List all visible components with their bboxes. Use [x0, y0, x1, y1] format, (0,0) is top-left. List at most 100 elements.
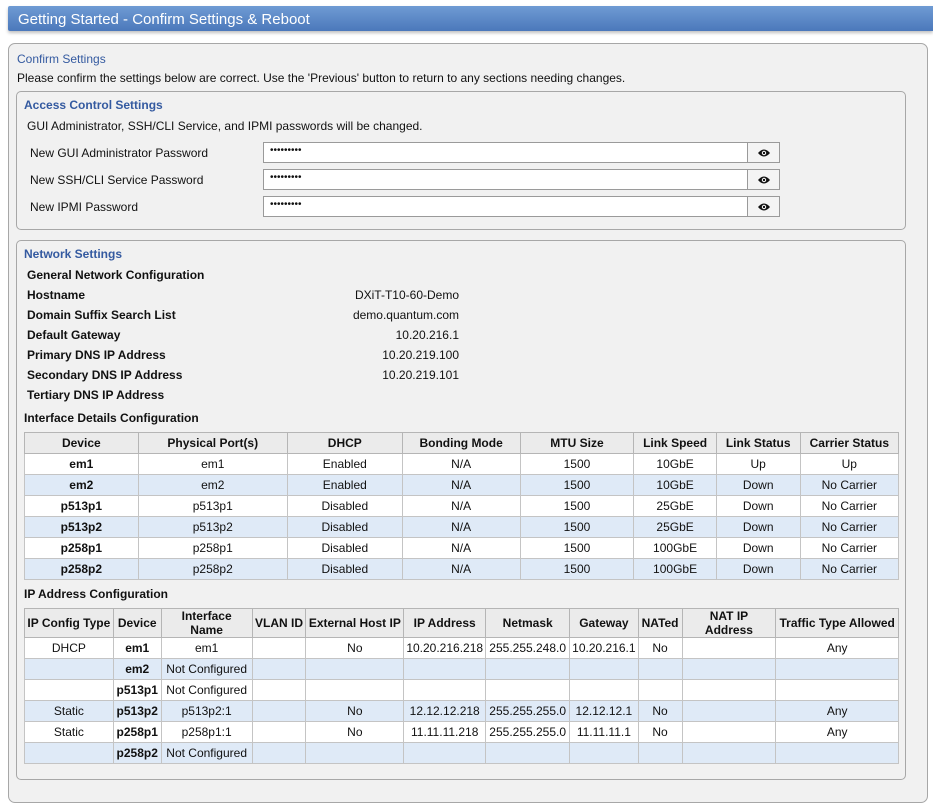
interface-row: p258p2 p258p2 Disabled N/A 1500 100GbE Down No …: [24, 558, 900, 580]
column-header: Traffic Type Allowed: [775, 608, 899, 638]
column-header: Link Status: [715, 432, 801, 454]
table-cell: Down: [715, 516, 801, 538]
eye-icon[interactable]: [747, 197, 779, 216]
table-cell: 12.12.12.218: [403, 700, 487, 722]
table-cell: N/A: [401, 516, 521, 538]
table-cell: [251, 658, 307, 680]
primary-dns-label: Primary DNS IP Address: [27, 348, 166, 362]
table-cell: N/A: [401, 558, 521, 580]
table-cell: 25GbE: [633, 516, 717, 538]
gui-password-label: New GUI Administrator Password: [30, 146, 209, 160]
column-header: Netmask: [485, 608, 571, 638]
table-cell: [251, 637, 307, 659]
ipmi-password-value: •••••••••: [270, 199, 302, 210]
table-cell: [681, 658, 777, 680]
table-cell: p513p1: [112, 679, 162, 701]
table-cell: [569, 658, 639, 680]
domain-suffix-value: demo.quantum.com: [352, 308, 459, 322]
table-cell: N/A: [401, 495, 521, 517]
column-header: IP Address: [403, 608, 487, 638]
eye-icon[interactable]: [747, 170, 779, 189]
tertiary-dns-label: Tertiary DNS IP Address: [27, 388, 165, 402]
table-cell: [251, 721, 307, 743]
ip-address-table: IP Config Type Device Interface Name VLA…: [24, 608, 899, 764]
table-cell: [569, 742, 639, 764]
table-cell: [251, 679, 307, 701]
ssh-password-field[interactable]: •••••••••: [263, 169, 780, 190]
default-gateway-value: 10.20.216.1: [395, 328, 459, 342]
access-control-heading: Access Control Settings: [24, 98, 163, 112]
table-cell: 10.20.216.218: [403, 637, 487, 659]
table-cell: [24, 679, 114, 701]
table-cell: [681, 742, 777, 764]
ipmi-password-field[interactable]: •••••••••: [263, 196, 780, 217]
ip-row: em2 Not Configured: [24, 658, 899, 680]
table-cell: Disabled: [286, 516, 403, 538]
ip-row: DHCP em1 em1 No 10.20.216.218 255.255.248.0 10…: [24, 637, 899, 659]
table-cell: 11.11.11.1: [569, 721, 639, 743]
table-cell: No: [305, 700, 405, 722]
gui-password-field[interactable]: •••••••••: [263, 142, 780, 163]
table-cell: 100GbE: [633, 537, 717, 559]
general-network-heading: General Network Configuration: [27, 268, 205, 282]
table-cell: No: [637, 700, 683, 722]
table-cell: p513p2:1: [160, 700, 253, 722]
table-cell: 1500: [519, 516, 635, 538]
ssh-password-label: New SSH/CLI Service Password: [30, 173, 204, 187]
table-cell: 11.11.11.218: [403, 721, 487, 743]
table-cell: [681, 700, 777, 722]
table-cell: 1500: [519, 495, 635, 517]
confirm-heading: Confirm Settings: [17, 52, 106, 66]
table-cell: Not Configured: [160, 658, 253, 680]
table-cell: 25GbE: [633, 495, 717, 517]
table-cell: p258p2: [112, 742, 162, 764]
table-cell: [403, 679, 487, 701]
interface-row: p258p1 p258p1 Disabled N/A 1500 100GbE Down No …: [24, 537, 900, 559]
column-header: Physical Port(s): [137, 432, 288, 454]
table-cell: [403, 658, 487, 680]
table-cell: Any: [775, 721, 899, 743]
ip-row: Static p513p2 p513p2:1 No 12.12.12.218 255.25…: [24, 700, 899, 722]
table-cell: Static: [24, 700, 114, 722]
column-header: Gateway: [569, 608, 639, 638]
table-cell: No Carrier: [799, 474, 900, 496]
secondary-dns-label: Secondary DNS IP Address: [27, 368, 183, 382]
table-cell: Not Configured: [160, 742, 253, 764]
table-cell: 100GbE: [633, 558, 717, 580]
primary-dns-value: 10.20.219.100: [382, 348, 459, 362]
table-cell: 1500: [519, 558, 635, 580]
table-cell: [24, 742, 114, 764]
interface-details-heading: Interface Details Configuration: [24, 411, 199, 425]
table-cell: 1500: [519, 453, 635, 475]
table-cell: N/A: [401, 537, 521, 559]
column-header: IP Config Type: [24, 608, 114, 638]
interface-header-row: Device Physical Port(s) DHCP Bonding Mod…: [24, 432, 900, 454]
table-cell: Static: [24, 721, 114, 743]
table-cell: Down: [715, 537, 801, 559]
table-cell: Disabled: [286, 558, 403, 580]
column-header: Interface Name: [160, 608, 253, 638]
table-cell: [681, 721, 777, 743]
table-cell: em1: [137, 453, 288, 475]
column-header: Link Speed: [633, 432, 717, 454]
table-cell: em2: [24, 474, 139, 496]
table-cell: N/A: [401, 474, 521, 496]
column-header: Bonding Mode: [401, 432, 521, 454]
table-cell: p513p2: [137, 516, 288, 538]
table-cell: [775, 658, 899, 680]
table-cell: p258p1:1: [160, 721, 253, 743]
eye-icon[interactable]: [747, 143, 779, 162]
table-cell: em2: [137, 474, 288, 496]
table-cell: No Carrier: [799, 516, 900, 538]
page-title: Getting Started - Confirm Settings & Reb…: [18, 11, 310, 28]
column-header: VLAN ID: [251, 608, 307, 638]
interface-row: em2 em2 Enabled N/A 1500 10GbE Down No Carrier: [24, 474, 900, 496]
table-cell: Enabled: [286, 474, 403, 496]
table-cell: [637, 742, 683, 764]
table-cell: [305, 742, 405, 764]
table-cell: [681, 637, 777, 659]
gui-password-value: •••••••••: [270, 145, 302, 156]
table-cell: em1: [112, 637, 162, 659]
table-cell: [637, 679, 683, 701]
column-header: Device: [24, 432, 139, 454]
